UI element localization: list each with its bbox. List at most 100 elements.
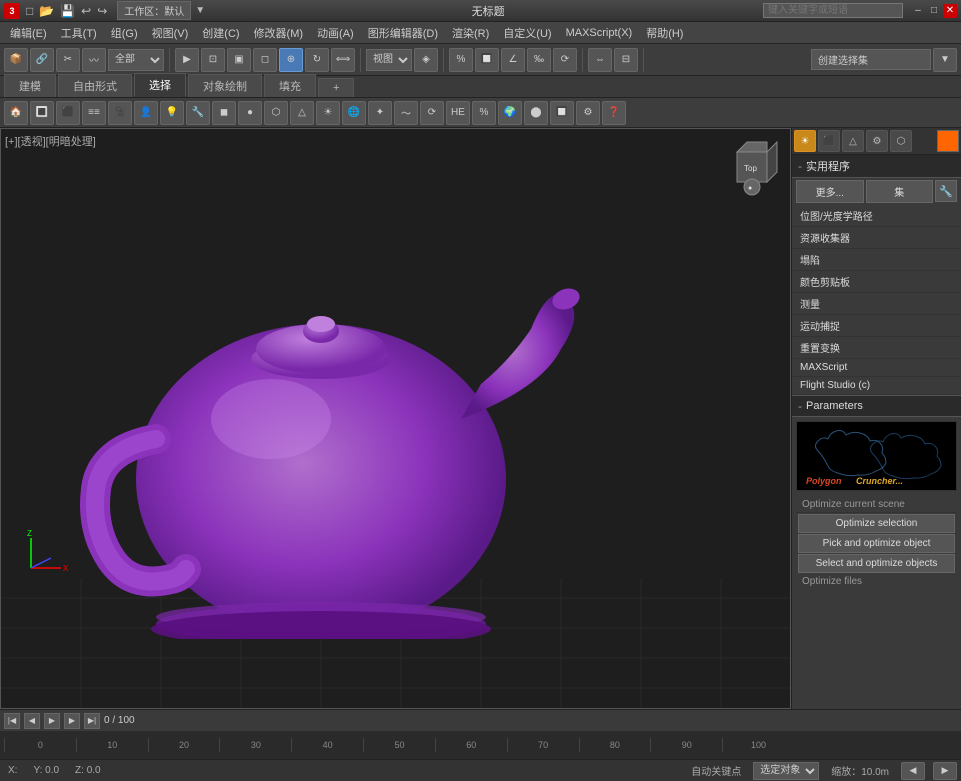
rp-tab-display[interactable]: ⬛ bbox=[818, 130, 840, 152]
rp-color-swatch[interactable] bbox=[937, 130, 959, 152]
minimize-button[interactable]: – bbox=[911, 4, 925, 18]
utilities-section-header[interactable]: - 实用程序 bbox=[792, 155, 961, 178]
menu-render[interactable]: 渲染(R) bbox=[446, 23, 495, 43]
redo-icon[interactable]: ↪ bbox=[95, 4, 109, 18]
tb2-obj9[interactable]: ◼ bbox=[212, 101, 236, 125]
anim-play[interactable]: ▶ bbox=[44, 713, 60, 729]
selection-mode-dropdown[interactable]: 选定对象 bbox=[753, 762, 819, 780]
menu-graph-editors[interactable]: 图形编辑器(D) bbox=[362, 23, 444, 43]
tb2-obj2[interactable]: 🔳 bbox=[30, 101, 54, 125]
tb-scale[interactable]: ⟺ bbox=[331, 48, 355, 72]
tab-add[interactable]: + bbox=[318, 78, 354, 97]
tb-fence-selection[interactable]: ◻ bbox=[253, 48, 277, 72]
util-maxscript[interactable]: MAXScript bbox=[792, 359, 961, 377]
menu-create[interactable]: 创建(C) bbox=[196, 23, 245, 43]
tb2-obj17[interactable]: ⟳ bbox=[420, 101, 444, 125]
named-selection-dropdown[interactable]: 创建选择集 bbox=[811, 49, 931, 70]
tb2-obj14[interactable]: 🌐 bbox=[342, 101, 366, 125]
view-dropdown[interactable]: 视图 屏幕 世界 bbox=[366, 49, 412, 71]
rp-tab-modifier[interactable]: ⬡ bbox=[890, 130, 912, 152]
status-nav-prev[interactable]: ◀ bbox=[901, 762, 925, 780]
tb-bind-to-space[interactable]: 〰 bbox=[82, 48, 106, 72]
utility-icon-button[interactable]: 🔧 bbox=[935, 180, 957, 202]
tb2-obj15[interactable]: ✦ bbox=[368, 101, 392, 125]
timeline-track[interactable]: 0 10 20 30 40 50 60 70 80 90 100 bbox=[4, 731, 794, 759]
more-button[interactable]: 更多... bbox=[796, 180, 864, 203]
workspace-arrow[interactable]: ▼ bbox=[195, 5, 205, 16]
workspace-dropdown[interactable]: 工作区：默认 bbox=[117, 1, 191, 20]
anim-next-frame[interactable]: ▶| bbox=[84, 713, 100, 729]
tb-snap-toggle[interactable]: 🔲 bbox=[475, 48, 499, 72]
tb-align[interactable]: ⊟ bbox=[614, 48, 638, 72]
select-optimize-btn[interactable]: Select and optimize objects bbox=[798, 554, 955, 573]
tb2-obj11[interactable]: ⬡ bbox=[264, 101, 288, 125]
menu-maxscript[interactable]: MAXScript(X) bbox=[560, 25, 639, 41]
tb-mirror[interactable]: ⇔ bbox=[588, 48, 612, 72]
tab-obj-paint[interactable]: 对象绘制 bbox=[188, 74, 262, 97]
viewport[interactable]: [+][透视][明暗处理] bbox=[0, 128, 791, 709]
tb2-obj16[interactable]: 〜 bbox=[394, 101, 418, 125]
tb2-obj5[interactable]: 🎥 bbox=[108, 101, 132, 125]
maximize-button[interactable]: □ bbox=[927, 4, 941, 18]
tb-percent-snap[interactable]: ‰ bbox=[527, 48, 551, 72]
tb-select-obj[interactable]: 📦 bbox=[4, 48, 28, 72]
util-reset-xform[interactable]: 重置变换 bbox=[792, 337, 961, 359]
tb-pivot[interactable]: ◈ bbox=[414, 48, 438, 72]
pick-optimize-btn[interactable]: Pick and optimize object bbox=[798, 534, 955, 553]
tb2-obj13[interactable]: ☀ bbox=[316, 101, 340, 125]
viewcube[interactable]: Top ● bbox=[722, 137, 782, 197]
tb-move[interactable]: ⊕ bbox=[279, 48, 303, 72]
util-asset-browser[interactable]: 资源收集器 bbox=[792, 227, 961, 249]
search-input[interactable] bbox=[763, 3, 903, 18]
close-button[interactable]: ✕ bbox=[943, 4, 957, 18]
tb2-obj12[interactable]: △ bbox=[290, 101, 314, 125]
tab-populate[interactable]: 填充 bbox=[264, 74, 316, 97]
tab-modeling[interactable]: 建模 bbox=[4, 74, 56, 97]
tb2-obj3[interactable]: ⬛ bbox=[56, 101, 80, 125]
params-section-header[interactable]: - Parameters bbox=[792, 396, 961, 417]
tab-freeform[interactable]: 自由形式 bbox=[58, 74, 132, 97]
menu-modifiers[interactable]: 修改器(M) bbox=[248, 23, 310, 43]
tb2-obj1[interactable]: 🏠 bbox=[4, 101, 28, 125]
open-icon[interactable]: 📂 bbox=[37, 4, 56, 18]
util-bitmap-path[interactable]: 位图/光度学路径 bbox=[792, 205, 961, 227]
tb-link[interactable]: 🔗 bbox=[30, 48, 54, 72]
util-motion-capture[interactable]: 运动捕捉 bbox=[792, 315, 961, 337]
tb2-obj7[interactable]: 💡 bbox=[160, 101, 184, 125]
tb-named-sel-arrow[interactable]: ▼ bbox=[933, 48, 957, 72]
util-measure[interactable]: 测量 bbox=[792, 293, 961, 315]
tb-unlink[interactable]: ✂ bbox=[56, 48, 80, 72]
tb2-obj6[interactable]: 👤 bbox=[134, 101, 158, 125]
rp-tab-utilities[interactable]: ☀ bbox=[794, 130, 816, 152]
tab-selection[interactable]: 选择 bbox=[134, 73, 186, 97]
menu-edit[interactable]: 编辑(E) bbox=[4, 23, 53, 43]
tb2-obj22[interactable]: 🔲 bbox=[550, 101, 574, 125]
tb2-obj23[interactable]: ⚙ bbox=[576, 101, 600, 125]
tb-rotate[interactable]: ↻ bbox=[305, 48, 329, 72]
anim-prev-frame[interactable]: |◀ bbox=[4, 713, 20, 729]
tb-spinner-snap[interactable]: ⟳ bbox=[553, 48, 577, 72]
menu-group[interactable]: 组(G) bbox=[105, 23, 144, 43]
util-collapse[interactable]: 塌陷 bbox=[792, 249, 961, 271]
optimize-selection-btn[interactable]: Optimize selection bbox=[798, 514, 955, 533]
tb2-obj24[interactable]: ❓ bbox=[602, 101, 626, 125]
tb-angle-snap[interactable]: ∠ bbox=[501, 48, 525, 72]
menu-tools[interactable]: 工具(T) bbox=[55, 23, 103, 43]
set-button[interactable]: 集 bbox=[866, 180, 934, 203]
status-nav-next[interactable]: ▶ bbox=[933, 762, 957, 780]
menu-customize[interactable]: 自定义(U) bbox=[497, 23, 557, 43]
tb-window-crossing[interactable]: ▣ bbox=[227, 48, 251, 72]
anim-prev-key[interactable]: ◀ bbox=[24, 713, 40, 729]
rp-tab-hierarchy[interactable]: ⚙ bbox=[866, 130, 888, 152]
tb2-obj20[interactable]: 🌍 bbox=[498, 101, 522, 125]
tb-percent[interactable]: % bbox=[449, 48, 473, 72]
tb2-obj18[interactable]: HE bbox=[446, 101, 470, 125]
tb-select-region[interactable]: ⊡ bbox=[201, 48, 225, 72]
save-icon[interactable]: 💾 bbox=[58, 4, 77, 18]
anim-next-key[interactable]: ▶ bbox=[64, 713, 80, 729]
util-color-clipboard[interactable]: 颜色剪贴板 bbox=[792, 271, 961, 293]
timeline[interactable]: 0 10 20 30 40 50 60 70 80 90 100 bbox=[0, 731, 961, 759]
tb2-obj8[interactable]: 🔧 bbox=[186, 101, 210, 125]
undo-icon[interactable]: ↩ bbox=[79, 4, 93, 18]
menu-view[interactable]: 视图(V) bbox=[146, 23, 195, 43]
